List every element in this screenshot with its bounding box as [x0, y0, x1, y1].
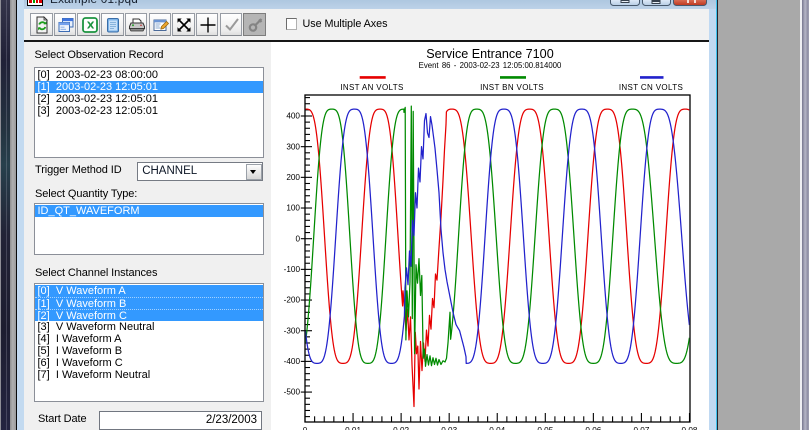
svg-text:-400: -400 — [284, 357, 301, 366]
svg-text:-300: -300 — [284, 326, 301, 335]
svg-text:400: 400 — [286, 112, 300, 121]
svg-text:300: 300 — [286, 142, 300, 151]
svg-text:-100: -100 — [284, 265, 301, 274]
svg-text:0: 0 — [303, 426, 308, 430]
svg-text:-200: -200 — [284, 296, 301, 305]
svg-text:0.05: 0.05 — [537, 426, 553, 430]
svg-text:0.08: 0.08 — [682, 426, 698, 430]
svg-text:0: 0 — [295, 234, 300, 243]
svg-text:0.06: 0.06 — [585, 426, 601, 430]
svg-text:100: 100 — [286, 204, 300, 213]
svg-text:0.07: 0.07 — [633, 426, 649, 430]
svg-text:0.04: 0.04 — [489, 426, 505, 430]
svg-text:-500: -500 — [284, 388, 301, 397]
svg-text:0.02: 0.02 — [393, 426, 409, 430]
svg-text:0.03: 0.03 — [441, 426, 457, 430]
svg-text:200: 200 — [286, 173, 300, 182]
svg-text:0.01: 0.01 — [345, 426, 361, 430]
